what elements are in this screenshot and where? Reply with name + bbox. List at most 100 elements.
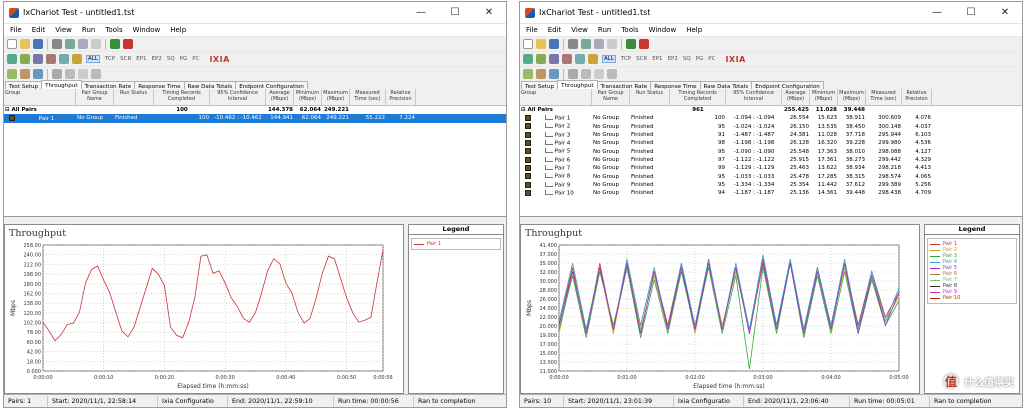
save-icon[interactable] [549, 39, 559, 49]
menu-edit[interactable]: Edit [548, 26, 562, 34]
col-confidence-interval[interactable]: 95% Confidence Interval [210, 89, 266, 105]
protocol-scr[interactable]: SCR [636, 56, 647, 62]
detail-icon[interactable] [78, 69, 88, 79]
edit-icon[interactable] [33, 54, 43, 64]
edit-icon[interactable] [549, 54, 559, 64]
all-pairs-row[interactable]: ⊟ All Pairs 100 144.378 62.064 249.221 [4, 106, 506, 114]
col-timing-records[interactable]: Timing Records Completed [670, 89, 726, 105]
col-pair-group-name[interactable]: Pair Group Name [76, 89, 114, 105]
maximize-button[interactable]: ☐ [954, 2, 988, 24]
col-maximum[interactable]: Maximum (Mbps) [322, 89, 350, 105]
col-relative-precision[interactable]: Relative Precision [902, 89, 932, 105]
close-button[interactable]: ✕ [988, 2, 1022, 24]
table-row[interactable]: Pair 1 No Group Finished 100 -10.462 : -… [4, 114, 506, 123]
add-multicast-icon[interactable] [536, 54, 546, 64]
menu-tools[interactable]: Tools [105, 26, 122, 34]
sort-icon[interactable] [7, 69, 17, 79]
help-icon[interactable] [588, 54, 598, 64]
col-minimum[interactable]: Minimum (Mbps) [810, 89, 838, 105]
run-icon[interactable] [626, 39, 636, 49]
list-icon[interactable] [581, 69, 591, 79]
print-icon[interactable] [52, 39, 62, 49]
cut-icon[interactable] [581, 39, 591, 49]
all-pairs-row[interactable]: ⊟ All Pairs 961 255.425 11.028 39.448 [520, 106, 1022, 114]
protocol-pg[interactable]: PG [180, 56, 188, 62]
protocol-ep1[interactable]: EP1 [652, 56, 662, 62]
col-pair-group-name[interactable]: Pair Group Name [592, 89, 630, 105]
add-multicast-icon[interactable] [20, 54, 30, 64]
col-measured-time[interactable]: Measured Time (sec) [866, 89, 902, 105]
protocol-all[interactable]: ALL [602, 55, 616, 63]
protocol-sq[interactable]: SQ [683, 56, 691, 62]
col-relative-precision[interactable]: Relative Precision [386, 89, 416, 105]
open-icon[interactable] [20, 39, 30, 49]
col-minimum[interactable]: Minimum (Mbps) [294, 89, 322, 105]
copy-icon[interactable] [594, 39, 604, 49]
grid-icon[interactable] [52, 69, 62, 79]
new-icon[interactable] [7, 39, 17, 49]
filter-icon[interactable] [59, 54, 69, 64]
menu-help[interactable]: Help [170, 26, 186, 34]
delete-icon[interactable] [562, 54, 572, 64]
chart-icon[interactable] [536, 69, 546, 79]
protocol-pc[interactable]: PC [192, 56, 199, 62]
table-row[interactable]: Pair 9 No Group Finished 95 -1.334 : -1.334 2… [520, 181, 1022, 189]
menu-run[interactable]: Run [598, 26, 611, 34]
grid-icon[interactable] [568, 69, 578, 79]
copy-icon[interactable] [78, 39, 88, 49]
delete-icon[interactable] [46, 54, 56, 64]
table-row[interactable]: Pair 3 No Group Finished 91 -1.487 : -1.487 2… [520, 131, 1022, 139]
export-icon[interactable] [607, 69, 617, 79]
legend-item[interactable]: Pair 1 [414, 241, 498, 247]
col-confidence-interval[interactable]: 95% Confidence Interval [726, 89, 782, 105]
table-row[interactable]: Pair 2 No Group Finished 95 -1.024 : -1.024 2… [520, 123, 1022, 131]
table-row[interactable]: Pair 4 No Group Finished 98 -1.198 : -1.198 2… [520, 139, 1022, 147]
cut-icon[interactable] [65, 39, 75, 49]
col-run-status[interactable]: Run Status [114, 89, 154, 105]
menu-file[interactable]: File [10, 26, 22, 34]
chart-icon[interactable] [20, 69, 30, 79]
col-average[interactable]: Average (Mbps) [782, 89, 810, 105]
minimize-button[interactable]: — [920, 2, 954, 24]
menu-view[interactable]: View [55, 26, 72, 34]
protocol-tcp[interactable]: TCP [105, 56, 115, 62]
new-icon[interactable] [523, 39, 533, 49]
stop-icon[interactable] [123, 39, 133, 49]
paste-icon[interactable] [607, 39, 617, 49]
add-pair-icon[interactable] [7, 54, 17, 64]
add-pair-icon[interactable] [523, 54, 533, 64]
export-icon[interactable] [91, 69, 101, 79]
table-row[interactable]: Pair 6 No Group Finished 97 -1.122 : -1.122 2… [520, 156, 1022, 164]
protocol-sq[interactable]: SQ [167, 56, 175, 62]
sort-icon[interactable] [523, 69, 533, 79]
menu-tools[interactable]: Tools [621, 26, 638, 34]
menu-edit[interactable]: Edit [32, 26, 46, 34]
menu-window[interactable]: Window [649, 26, 677, 34]
menu-help[interactable]: Help [686, 26, 702, 34]
paste-icon[interactable] [91, 39, 101, 49]
filter-icon[interactable] [575, 54, 585, 64]
run-icon[interactable] [110, 39, 120, 49]
expand-icon[interactable]: ⊟ [5, 107, 10, 113]
save-icon[interactable] [33, 39, 43, 49]
menu-view[interactable]: View [571, 26, 588, 34]
protocol-scr[interactable]: SCR [120, 56, 131, 62]
table-row[interactable]: Pair 1 No Group Finished 100 -1.094 : -1.094… [520, 114, 1022, 122]
protocol-tcp[interactable]: TCP [621, 56, 631, 62]
detail-icon[interactable] [594, 69, 604, 79]
zoom-icon[interactable] [549, 69, 559, 79]
protocol-pg[interactable]: PG [696, 56, 704, 62]
maximize-button[interactable]: ☐ [438, 2, 472, 24]
menu-file[interactable]: File [526, 26, 538, 34]
protocol-ep2[interactable]: EP2 [152, 56, 162, 62]
stop-icon[interactable] [639, 39, 649, 49]
open-icon[interactable] [536, 39, 546, 49]
list-icon[interactable] [65, 69, 75, 79]
menu-window[interactable]: Window [133, 26, 161, 34]
protocol-pc[interactable]: PC [708, 56, 715, 62]
table-row[interactable]: Pair 7 No Group Finished 99 -1.129 : -1.129 2… [520, 164, 1022, 172]
expand-icon[interactable]: ⊟ [521, 107, 526, 113]
col-group[interactable]: Group [4, 89, 76, 105]
print-icon[interactable] [568, 39, 578, 49]
table-row[interactable]: Pair 10 No Group Finished 94 -1.187 : -1.187… [520, 189, 1022, 197]
